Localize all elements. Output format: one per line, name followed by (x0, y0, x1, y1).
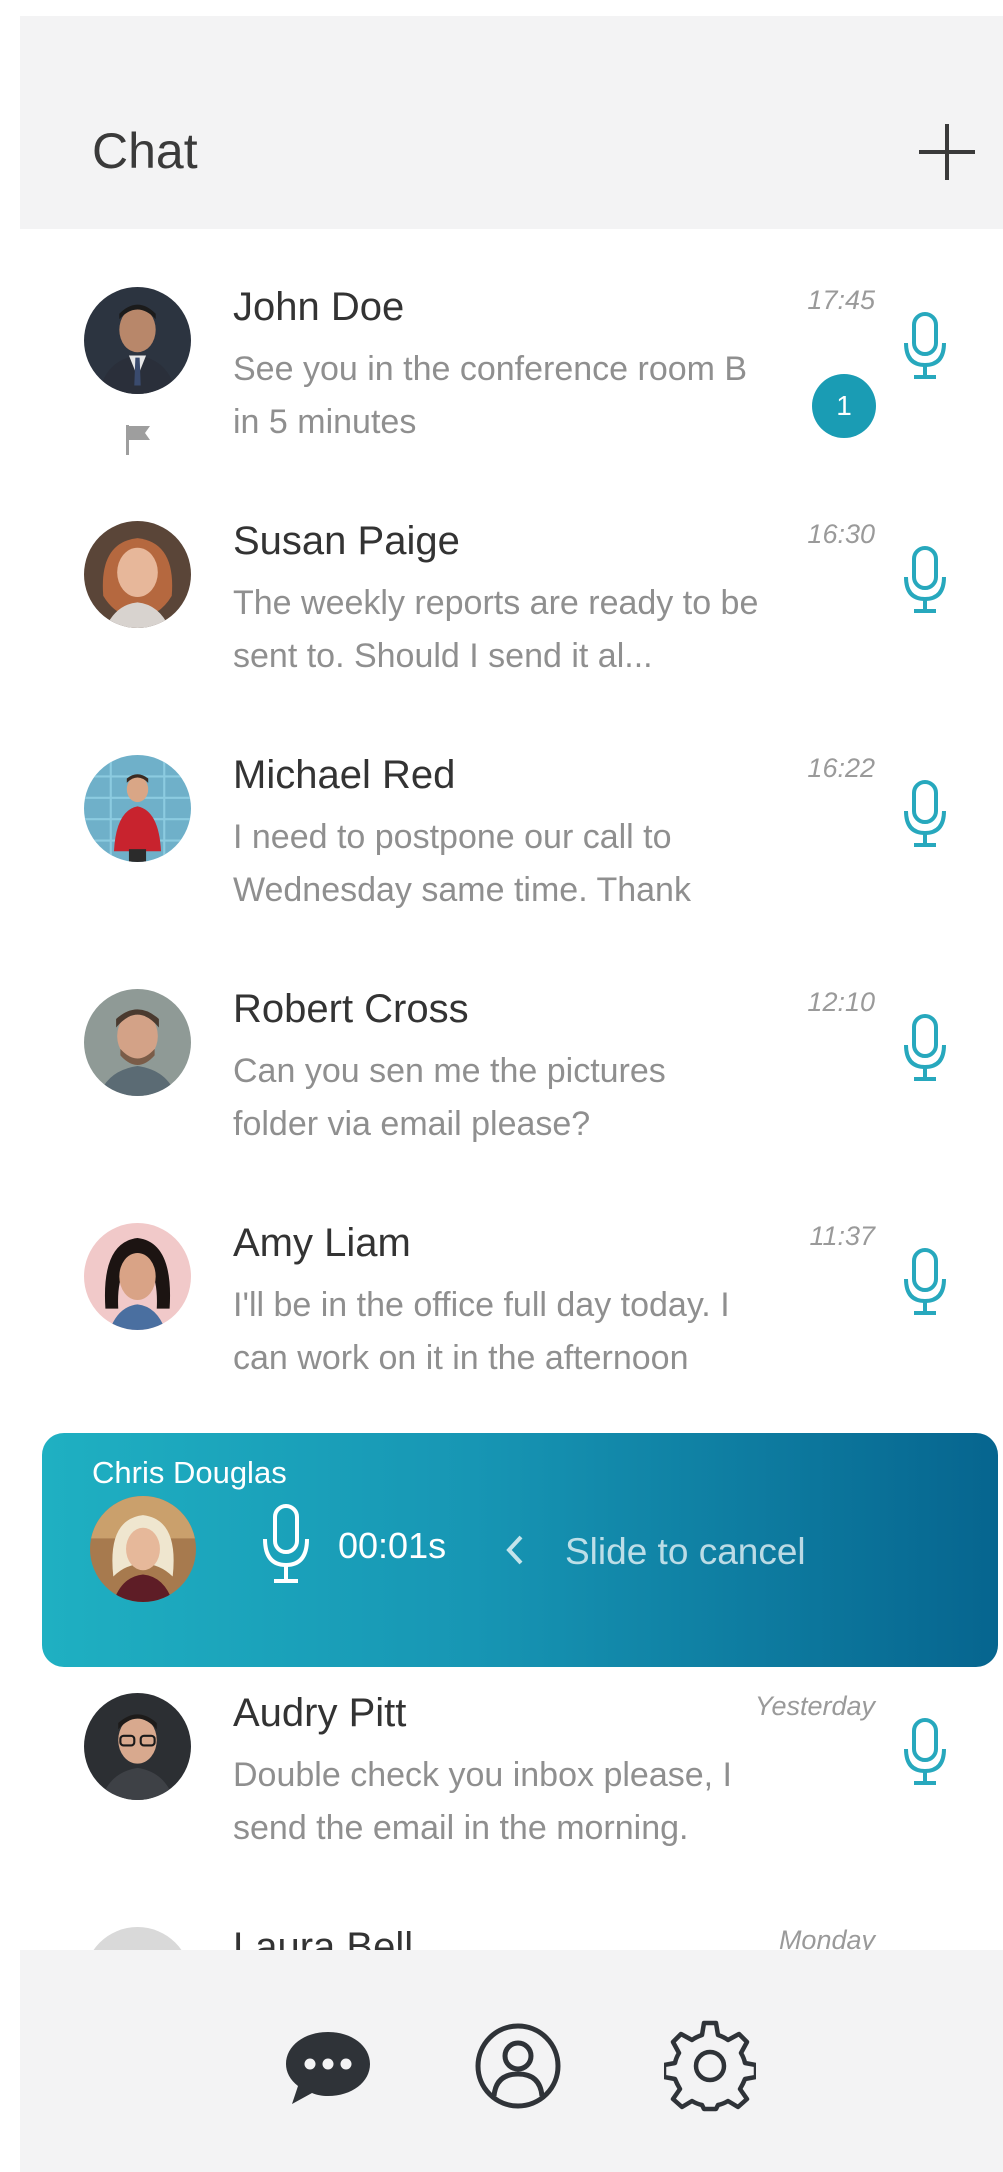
timestamp: 11:37 (809, 1221, 875, 1251)
avatar (84, 521, 191, 628)
profile-icon (475, 2023, 561, 2109)
timestamp: 17:45 (807, 285, 875, 315)
chat-item-susan-paige[interactable]: Susan Paige 16:30 The weekly reports are… (20, 463, 1003, 697)
mic-icon[interactable] (900, 311, 950, 381)
mic-icon[interactable] (900, 1247, 950, 1317)
contact-name: Robert Cross (233, 987, 469, 1031)
mic-icon[interactable] (900, 1717, 950, 1787)
chat-item-amy-liam[interactable]: Amy Liam 11:37 I'll be in the office ful… (20, 1165, 1003, 1399)
mic-icon[interactable] (900, 779, 950, 849)
app-header: Chat (20, 16, 1003, 229)
recording-timer: 00:01s (338, 1525, 447, 1566)
avatar (84, 989, 191, 1096)
slide-to-cancel-hint: Slide to cancel (565, 1531, 806, 1572)
bottom-nav (20, 1950, 1003, 2172)
nav-profile-button[interactable] (472, 2020, 564, 2112)
message-preview: Double check you inbox please, I send th… (233, 1756, 732, 1847)
contact-name: Susan Paige (233, 519, 460, 563)
chat-item-audry-pitt[interactable]: Audry Pitt Yesterday Double check you in… (20, 1635, 1003, 1869)
chat-item-michael-red[interactable]: Michael Red 16:22 I need to postpone our… (20, 697, 1003, 931)
message-preview: The weekly reports are ready to be sent … (233, 584, 759, 675)
timestamp: 12:10 (807, 987, 875, 1017)
chevron-left-icon (504, 1533, 526, 1567)
nav-settings-button[interactable] (664, 2020, 756, 2112)
contact-name: Amy Liam (233, 1221, 411, 1265)
chat-item-robert-cross[interactable]: Robert Cross 12:10 Can you sen me the pi… (20, 931, 1003, 1165)
avatar (84, 755, 191, 862)
unread-badge: 1 (812, 374, 876, 438)
chat-list: John Doe 17:45 See you in the conference… (20, 229, 1003, 1959)
avatar (84, 1223, 191, 1330)
recording-contact-name: Chris Douglas (92, 1455, 287, 1490)
contact-name: John Doe (233, 285, 405, 329)
chat-bubble-icon (286, 2032, 370, 2104)
timestamp: Yesterday (754, 1691, 875, 1721)
contact-name: Michael Red (233, 753, 456, 797)
page-title: Chat (92, 123, 198, 179)
avatar (90, 1496, 196, 1602)
flag-icon[interactable] (120, 421, 156, 457)
message-preview: I need to postpone our call to Wednesday… (233, 818, 691, 909)
avatar (84, 287, 191, 394)
avatar (84, 1693, 191, 1800)
mic-icon[interactable] (900, 1013, 950, 1083)
timestamp: 16:22 (807, 753, 875, 783)
message-preview: I'll be in the office full day today. I … (233, 1286, 730, 1377)
settings-gear-icon (664, 2020, 756, 2112)
message-preview: Can you sen me the pictures folder via e… (233, 1052, 666, 1143)
chat-item-laura-bell[interactable]: Laura Bell Monday (20, 1869, 1003, 1959)
add-chat-button[interactable] (919, 124, 975, 180)
message-preview: See you in the conference room B in 5 mi… (233, 350, 748, 441)
mic-icon[interactable] (900, 545, 950, 615)
phone-screen: Chat John Doe 17:45 See you in the confe… (20, 16, 1003, 2172)
contact-name: Audry Pitt (233, 1691, 407, 1735)
voice-recording-bar[interactable]: Chris Douglas 00:01s Slide to cancel (42, 1433, 998, 1667)
nav-chat-button[interactable] (282, 2020, 374, 2112)
timestamp: 16:30 (807, 519, 875, 549)
mic-icon[interactable] (260, 1503, 312, 1585)
